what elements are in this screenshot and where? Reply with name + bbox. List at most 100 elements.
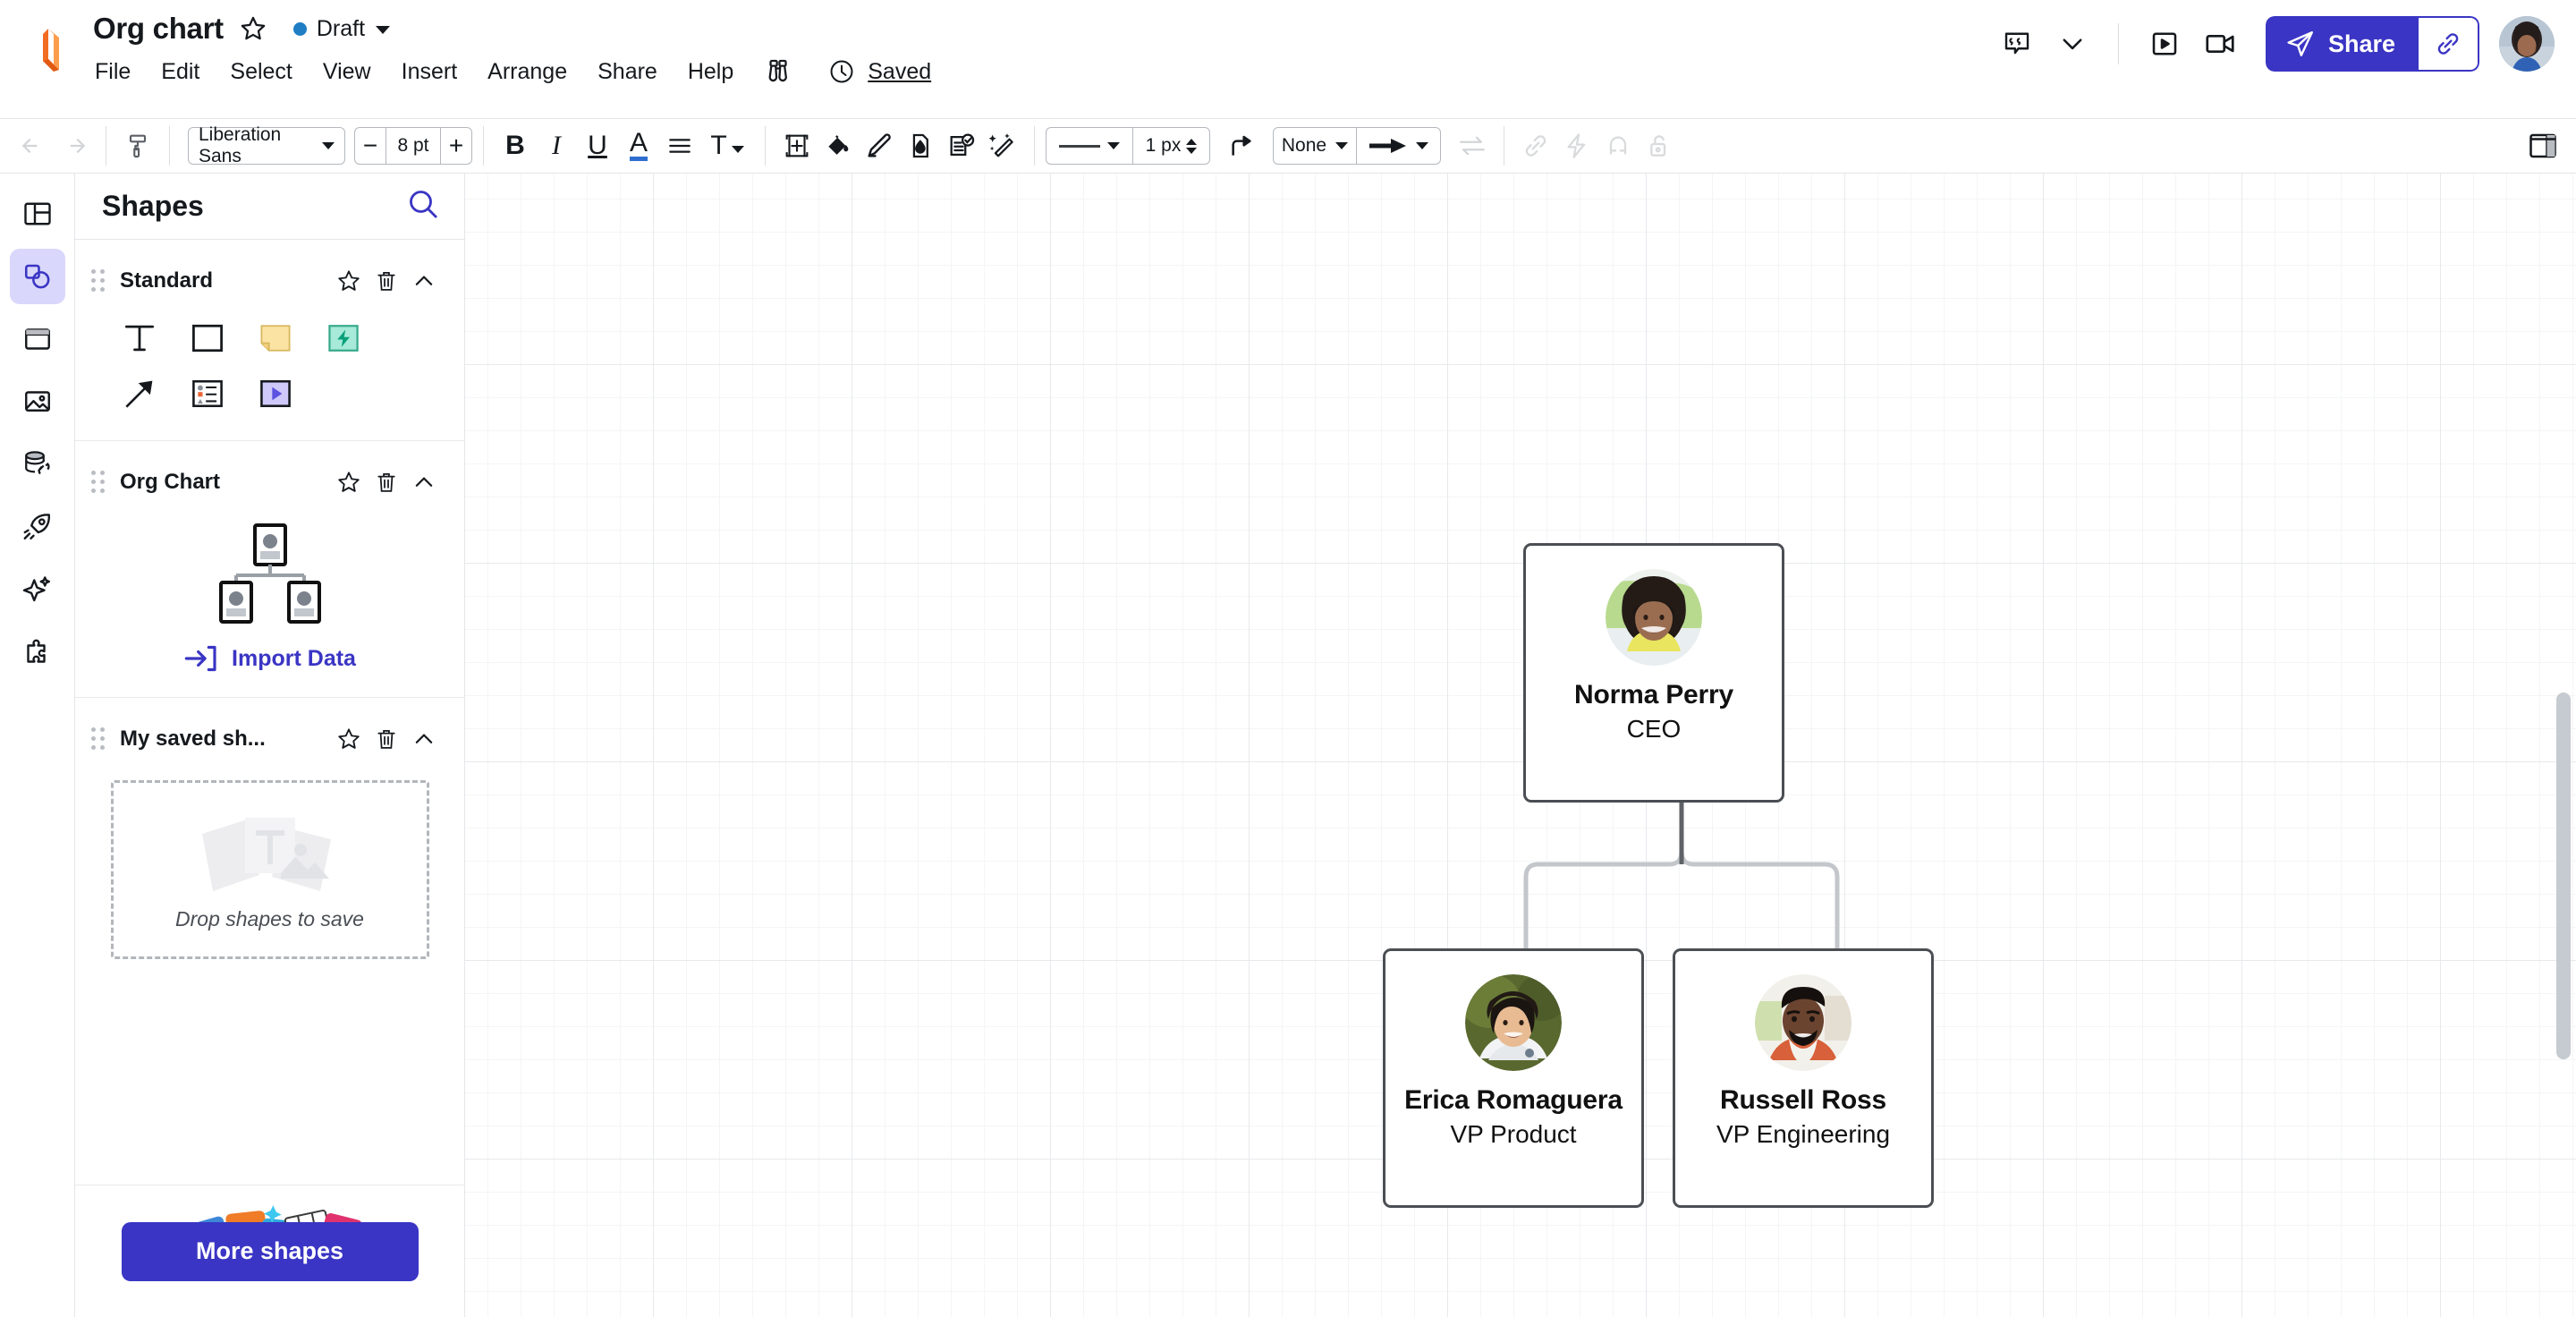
text-options-button[interactable]: T [700, 125, 754, 166]
drag-handle-icon[interactable] [91, 727, 107, 751]
text-align-icon[interactable] [659, 125, 700, 166]
menu-share[interactable]: Share [582, 55, 673, 89]
drag-handle-icon[interactable] [91, 269, 107, 293]
import-data-button[interactable]: Import Data [75, 643, 464, 674]
sidebar-item-pages[interactable] [10, 311, 65, 367]
font-size-input[interactable]: 8 pt [386, 128, 441, 164]
menu-file[interactable]: File [93, 55, 146, 89]
font-family-select[interactable]: Liberation Sans [188, 127, 345, 165]
page-title[interactable]: Org chart [93, 12, 224, 46]
section-header[interactable]: My saved sh... [75, 718, 464, 760]
trash-icon[interactable] [369, 465, 403, 499]
menu-insert[interactable]: Insert [386, 55, 473, 89]
chevron-up-icon[interactable] [407, 722, 441, 756]
sidebar-item-extensions[interactable] [10, 625, 65, 680]
redo-arrow-icon[interactable] [54, 125, 95, 166]
chevron-down-icon[interactable] [376, 26, 390, 34]
share-button[interactable]: Share [2266, 16, 2419, 72]
line-width-input[interactable]: 1 px [1132, 128, 1209, 164]
org-chart-preview-icon[interactable] [75, 504, 464, 638]
section-header[interactable]: Standard [75, 259, 464, 302]
magnet-icon[interactable] [1597, 125, 1639, 166]
square-icon[interactable] [184, 315, 231, 361]
norma-perry-photo [1606, 569, 1702, 666]
text-T-icon[interactable] [116, 315, 163, 361]
star-outline-icon[interactable] [332, 264, 366, 298]
lightning-tile-icon[interactable] [320, 315, 367, 361]
org-node-ceo[interactable]: Norma Perry CEO [1523, 543, 1784, 803]
binoculars-icon[interactable] [767, 56, 797, 87]
title-row: Org chart Draft [93, 7, 931, 50]
font-size-increase-button[interactable]: + [441, 128, 471, 164]
saved-shapes-dropzone[interactable]: Drop shapes to save [111, 780, 429, 959]
star-outline-icon[interactable] [238, 13, 268, 44]
chevron-up-icon[interactable] [407, 465, 441, 499]
unlocked-padlock-icon[interactable] [1639, 125, 1680, 166]
sticky-note-icon[interactable] [252, 315, 299, 361]
paint-roller-icon[interactable] [117, 125, 158, 166]
arrow-start-select[interactable]: None [1274, 128, 1356, 164]
link-icon[interactable] [1515, 125, 1556, 166]
shapes-panel-body[interactable]: Standard [75, 240, 464, 1317]
sidebar-item-images[interactable] [10, 374, 65, 429]
saved-status-button[interactable]: Saved [827, 57, 931, 86]
line-jump-icon[interactable] [1221, 125, 1262, 166]
document-check-icon[interactable] [941, 125, 982, 166]
arrow-end-select[interactable] [1356, 128, 1440, 164]
chevron-up-icon[interactable] [407, 264, 441, 298]
shape-position-icon[interactable] [776, 125, 818, 166]
menu-edit[interactable]: Edit [146, 55, 215, 89]
drag-handle-icon[interactable] [91, 471, 107, 494]
comment-quote-icon[interactable] [1989, 16, 2045, 72]
trash-icon[interactable] [369, 264, 403, 298]
diagram-canvas[interactable]: Norma Perry CEO [465, 174, 2576, 1317]
right-panel-toggle-icon[interactable] [2522, 125, 2563, 166]
org-node-vp-engineering[interactable]: Russell Ross VP Engineering [1673, 948, 1934, 1208]
trash-icon[interactable] [369, 722, 403, 756]
list-tile-icon[interactable] [184, 370, 231, 417]
font-size-decrease-button[interactable]: − [355, 128, 386, 164]
video-camera-icon[interactable] [2192, 16, 2248, 72]
sidebar-item-data[interactable] [10, 437, 65, 492]
lucid-logo-icon[interactable] [30, 25, 80, 81]
text-color-button[interactable]: A [618, 125, 659, 166]
undo-arrow-icon[interactable] [13, 125, 54, 166]
swap-arrows-icon[interactable] [1452, 125, 1493, 166]
toolbar-divider [169, 126, 170, 166]
menu-arrange[interactable]: Arrange [472, 55, 582, 89]
line-style-select[interactable] [1046, 128, 1132, 164]
sidebar-item-ai[interactable] [10, 562, 65, 617]
status-badge[interactable]: Draft [293, 16, 390, 42]
sidebar-item-integrations[interactable] [10, 499, 65, 555]
copy-link-button[interactable] [2419, 16, 2479, 72]
more-shapes-footer: More shapes [75, 1185, 464, 1317]
menu-view[interactable]: View [308, 55, 386, 89]
sparkle-icon [21, 574, 54, 606]
italic-button[interactable]: I [536, 125, 577, 166]
org-node-vp-product[interactable]: Erica Romaguera VP Product [1383, 948, 1644, 1208]
droplet-icon[interactable] [900, 125, 941, 166]
star-outline-icon[interactable] [332, 465, 366, 499]
sidebar-item-layers[interactable] [10, 186, 65, 242]
present-play-icon[interactable] [2137, 16, 2192, 72]
diagonal-arrow-icon[interactable] [116, 370, 163, 417]
spinner-icon[interactable] [1186, 139, 1197, 154]
paint-bucket-icon[interactable] [818, 125, 859, 166]
sidebar-item-shapes[interactable] [10, 249, 65, 304]
menu-help[interactable]: Help [673, 55, 749, 89]
pencil-icon[interactable] [859, 125, 900, 166]
lightning-bolt-icon[interactable] [1556, 125, 1597, 166]
more-shapes-button[interactable]: More shapes [122, 1222, 419, 1281]
bold-button[interactable]: B [495, 125, 536, 166]
star-outline-icon[interactable] [332, 722, 366, 756]
underline-button[interactable]: U [577, 125, 618, 166]
avatar[interactable] [2499, 16, 2555, 72]
section-title: My saved sh... [120, 726, 328, 752]
menu-select[interactable]: Select [215, 55, 307, 89]
section-header[interactable]: Org Chart [75, 461, 464, 504]
chevron-down-icon[interactable] [2045, 16, 2100, 72]
play-tile-icon[interactable] [252, 370, 299, 417]
magic-wand-icon[interactable] [982, 125, 1023, 166]
search-icon[interactable] [405, 186, 441, 226]
vertical-scrollbar[interactable] [2556, 692, 2571, 1059]
